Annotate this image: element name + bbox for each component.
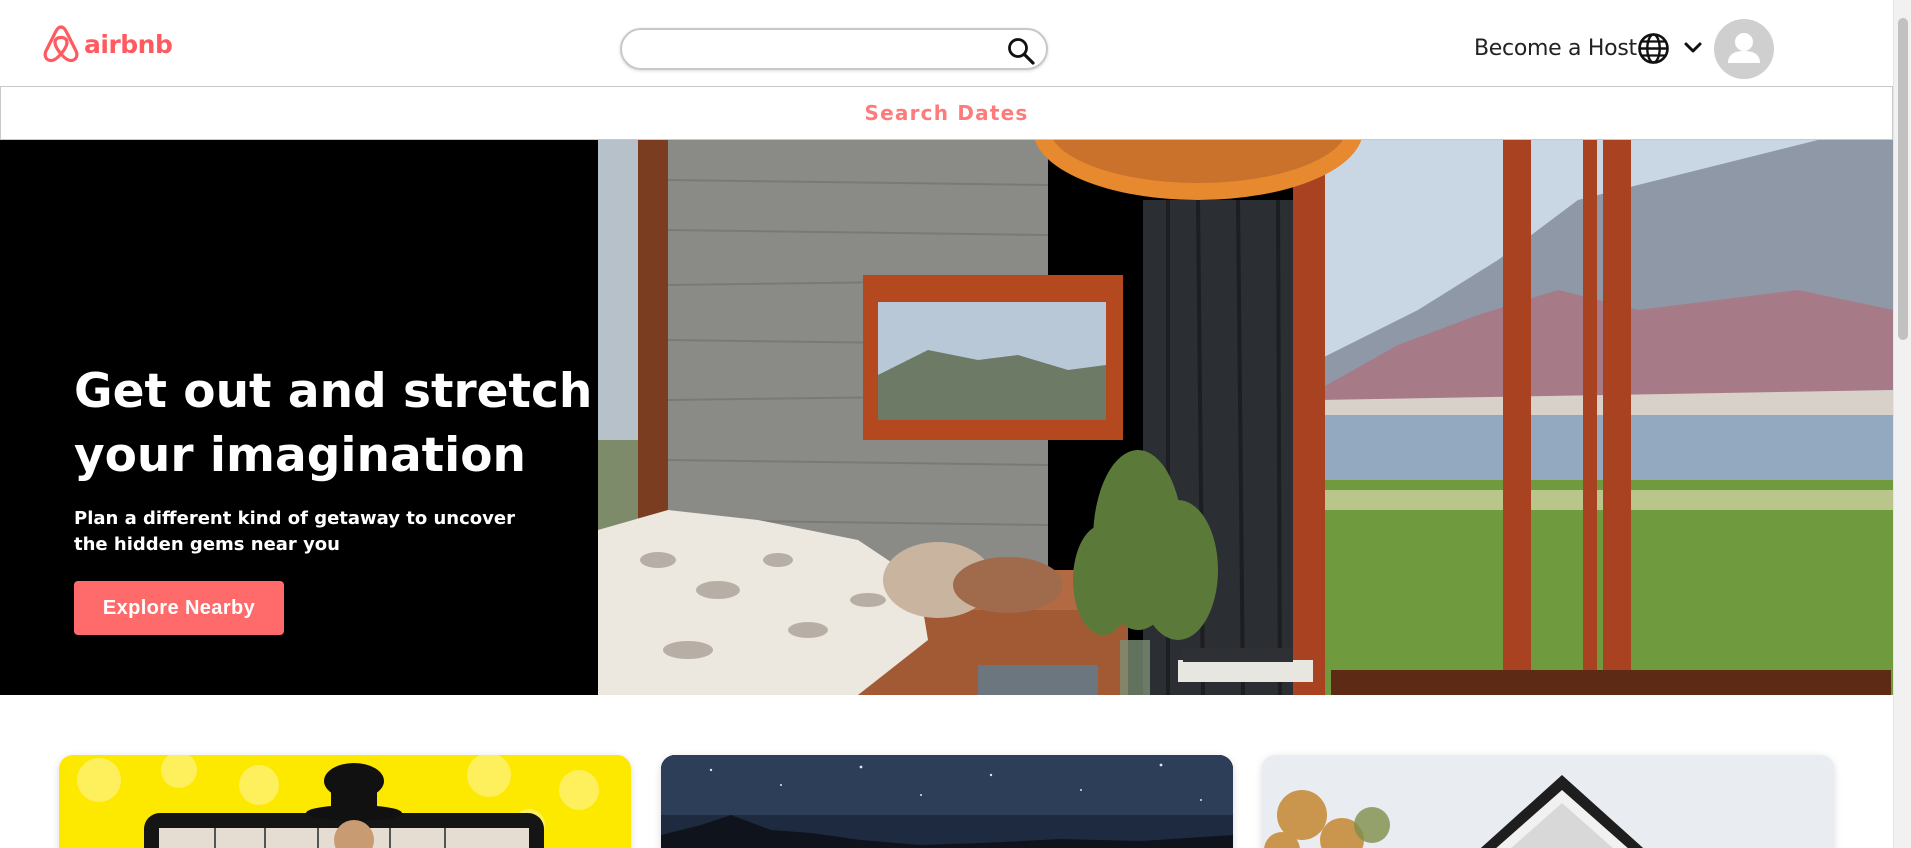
- chevron-down-icon[interactable]: [1683, 40, 1703, 61]
- airbnb-logo-icon: [43, 25, 79, 63]
- hero-title: Get out and stretch your imagination: [74, 360, 594, 488]
- night-sky-card[interactable]: [661, 755, 1233, 848]
- airbnb-logo[interactable]: airbnb: [42, 24, 173, 64]
- search-input[interactable]: [636, 36, 996, 62]
- search-icon[interactable]: [1006, 36, 1036, 71]
- online-experiences-card[interactable]: [59, 755, 631, 848]
- living-room-lake-view-photo: [598, 140, 1893, 695]
- cabin-card[interactable]: [1262, 755, 1834, 848]
- search-dates-bar[interactable]: Search Dates: [0, 86, 1893, 140]
- hero-subtitle: Plan a different kind of getaway to unco…: [74, 508, 515, 555]
- logo-text: airbnb: [84, 29, 173, 59]
- explore-nearby-button[interactable]: Explore Nearby: [74, 581, 284, 635]
- search-dates-label: Search Dates: [864, 101, 1029, 125]
- globe-icon[interactable]: [1637, 32, 1670, 70]
- night-sky-photo: [661, 755, 1233, 848]
- cabin-photo: [1262, 755, 1834, 848]
- user-avatar-icon: [1728, 33, 1760, 63]
- hero-text-block: Get out and stretch your imagination Pla…: [74, 360, 594, 558]
- page-scrollbar[interactable]: [1893, 0, 1911, 848]
- hero-title-line-1: Get out and stretch: [74, 364, 593, 419]
- hero-banner: Get out and stretch your imagination Pla…: [0, 140, 1893, 695]
- hero-title-line-2: your imagination: [74, 428, 526, 483]
- online-experiences-photo: [77, 755, 599, 848]
- top-navbar: airbnb Become a Host: [0, 0, 1893, 86]
- become-host-link[interactable]: Become a Host: [1474, 36, 1637, 61]
- scrollbar-thumb[interactable]: [1898, 18, 1908, 340]
- user-avatar[interactable]: [1714, 19, 1774, 79]
- search-bar[interactable]: [620, 28, 1048, 70]
